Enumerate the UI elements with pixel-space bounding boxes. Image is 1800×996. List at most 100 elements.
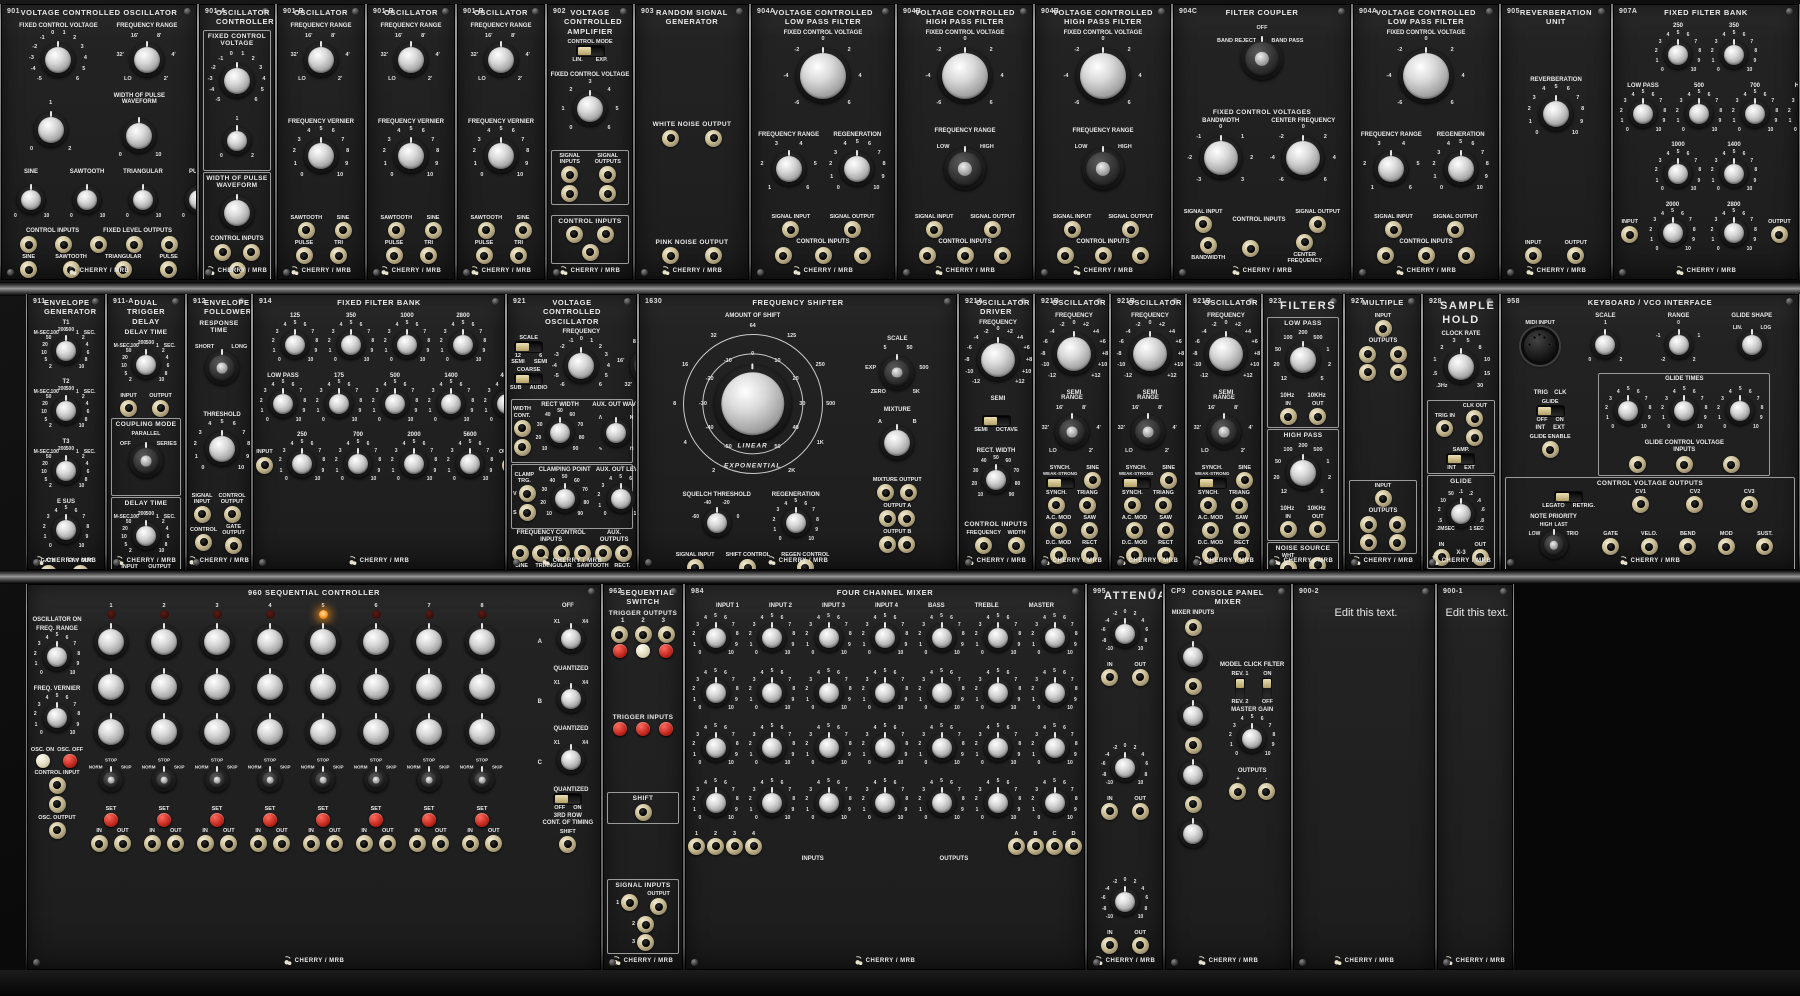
jack[interactable] [1242, 240, 1259, 257]
rev-1-switch[interactable]: REV. 1REV. 2 [1231, 671, 1248, 705]
on-switch[interactable]: ONOFF [1262, 671, 1273, 705]
knob[interactable]: NORMSTOPSKIP [86, 755, 136, 805]
jack[interactable] [1359, 364, 1376, 381]
input-jack[interactable]: INPUT [1621, 219, 1638, 243]
knob[interactable]: 012345678910 [915, 776, 969, 830]
jack[interactable] [1057, 247, 1074, 264]
clamping-point-knob[interactable]: CLAMPING POINT102030405060708090 [538, 467, 592, 526]
out-jack[interactable]: OUT [432, 828, 449, 852]
knob[interactable]: 012345678910 [971, 721, 1025, 775]
knob[interactable] [195, 710, 239, 754]
knob[interactable] [195, 620, 239, 664]
cv2-jack[interactable]: CV2 [1686, 489, 1703, 513]
output-jack[interactable]: OUTPUT [1768, 219, 1791, 243]
set-button[interactable] [422, 813, 436, 827]
1-jack[interactable]: 1 [688, 831, 705, 855]
set-button[interactable] [157, 813, 171, 827]
jack[interactable] [90, 236, 107, 253]
jack[interactable] [919, 247, 936, 264]
jack[interactable] [514, 439, 531, 456]
2800-knob[interactable]: 2800012345678910 [436, 313, 490, 372]
semi-switch[interactable]: SEMIOCTAVE [974, 416, 1018, 433]
knob[interactable]: NORMSTOPSKIP [404, 755, 454, 805]
knob[interactable] [1174, 697, 1212, 735]
knob[interactable]: 012345678910 [802, 776, 856, 830]
knob[interactable]: NORMSTOPSKIP [245, 755, 295, 805]
knob[interactable] [248, 710, 292, 754]
d-jack[interactable]: D [1065, 831, 1082, 855]
set-button[interactable] [316, 813, 330, 827]
jack[interactable] [243, 244, 260, 261]
gate-jack[interactable]: GATE [1602, 531, 1619, 555]
jack[interactable] [1466, 410, 1483, 427]
control-output-jack[interactable]: CONTROL OUTPUT [216, 493, 248, 523]
jack[interactable] [561, 185, 578, 202]
out-jack[interactable]: OUT [1309, 401, 1326, 425]
saw-jack[interactable]: SAW [1081, 515, 1098, 539]
synch-jack[interactable]: SYNCH. [1122, 490, 1143, 514]
signal-input-jack[interactable]: SIGNAL INPUT [190, 493, 214, 523]
jack[interactable] [1185, 619, 1202, 636]
knob[interactable]: 012345678910 [802, 611, 856, 665]
knob[interactable]: OFFPARALLELSERIES [114, 429, 178, 493]
knob[interactable] [354, 710, 398, 754]
knob[interactable] [301, 710, 345, 754]
input-jack[interactable]: INPUT [1375, 313, 1392, 337]
signal-output-jack[interactable]: SIGNAL OUTPUT [970, 214, 1015, 238]
t3-knob[interactable]: T3251020501002005001246810M-SEC.SEC. [39, 439, 93, 498]
red-button[interactable] [613, 644, 627, 658]
knob[interactable]: 012345678910 [802, 666, 856, 720]
in-jack[interactable]: IN [144, 828, 161, 852]
glide-shape-knob[interactable]: GLIDE SHAPELIN.LOG [1725, 313, 1779, 372]
2-jack[interactable]: 2 [707, 831, 724, 855]
knob[interactable]: .2MSEC.521050.1.2.4.6.81 SEC [1434, 487, 1488, 541]
in-jack[interactable]: IN [462, 828, 479, 852]
jack[interactable]: BANDWIDTH [1191, 237, 1225, 261]
jack[interactable] [900, 484, 917, 501]
sine-jack[interactable]: SINE [1236, 465, 1253, 489]
knob[interactable]: X1X4QUANTIZED [544, 672, 598, 731]
jack[interactable] [214, 244, 231, 261]
knob[interactable]: 012345678910 [971, 611, 1025, 665]
frequency-knob[interactable]: FREQUENCY-6-5-4-3-2-10123456 [549, 329, 613, 398]
frequency-range-knob[interactable]: FREQUENCY RANGELOWHIGH [929, 128, 1001, 205]
knob[interactable]: 012345678910 [915, 611, 969, 665]
threshold-knob[interactable]: THRESHOLD012345678910 [190, 412, 251, 481]
control-mode-switch[interactable]: CONTROL MODELIN.EXP. [567, 39, 612, 63]
in-jack[interactable]: IN [91, 828, 108, 852]
input-jack[interactable]: INPUT [1375, 483, 1392, 507]
knob[interactable]: 012345678910 [689, 666, 743, 720]
rect-width-knob[interactable]: RECT. WIDTH102030405060708090 [969, 448, 1023, 507]
frequency-range-knob[interactable]: FREQUENCY RANGELO32'16'8'4'2' [469, 23, 533, 92]
knob[interactable] [215, 191, 259, 235]
knob[interactable]: SHORTLONG [190, 336, 251, 400]
jack[interactable] [1458, 247, 1475, 264]
knob[interactable] [89, 620, 133, 664]
output-jack[interactable]: OUTPUT [499, 449, 505, 473]
knob[interactable]: 012345678910 [915, 721, 969, 775]
sine-jack[interactable]: SINE [1160, 465, 1177, 489]
knob[interactable]: 012345678910 [1028, 776, 1082, 830]
jack[interactable] [957, 247, 974, 264]
700-knob[interactable]: 700012345678910 [331, 432, 385, 491]
out-jack[interactable]: OUT [379, 828, 396, 852]
jack[interactable] [1629, 456, 1646, 473]
freq-range-knob[interactable]: FREQ. RANGE012345678910 [30, 626, 84, 685]
4000-knob[interactable]: 4000012345678910 [480, 373, 505, 432]
sawtooth-jack[interactable]: SAWTOOTH [380, 215, 412, 239]
knob[interactable] [460, 710, 504, 754]
1400-knob[interactable]: 1400012345678910 [1707, 142, 1761, 201]
legato-switch[interactable]: LEGATORETRIG. [1542, 492, 1595, 509]
sawtooth-knob[interactable]: SAWTOOTH010 [60, 169, 114, 228]
sine-jack[interactable]: SINE [425, 215, 442, 239]
frequency-vernier-knob[interactable]: FREQUENCY VERNIER012345678910 [288, 119, 354, 188]
high-pass-knob[interactable]: HIGH PASS012345678910 [1784, 83, 1799, 142]
fixed-control-voltage-knob[interactable]: FIXED CONTROL VOLTAGE-5-4-3-2-10123456 [19, 23, 98, 92]
t2-knob[interactable]: T2251020501002005001246810M-SEC.SEC. [39, 379, 93, 438]
jack[interactable] [854, 247, 871, 264]
e-sus-knob[interactable]: E SUS012345678910 [39, 499, 93, 558]
frequency-range-knob[interactable]: FREQUENCY RANGELO32'16'8'4'2' [289, 23, 353, 92]
knob[interactable]: NORMSTOPSKIP [351, 755, 401, 805]
range-knob[interactable]: RANGELO32'16'8'4'2' [1192, 395, 1256, 464]
jack[interactable] [1377, 247, 1394, 264]
